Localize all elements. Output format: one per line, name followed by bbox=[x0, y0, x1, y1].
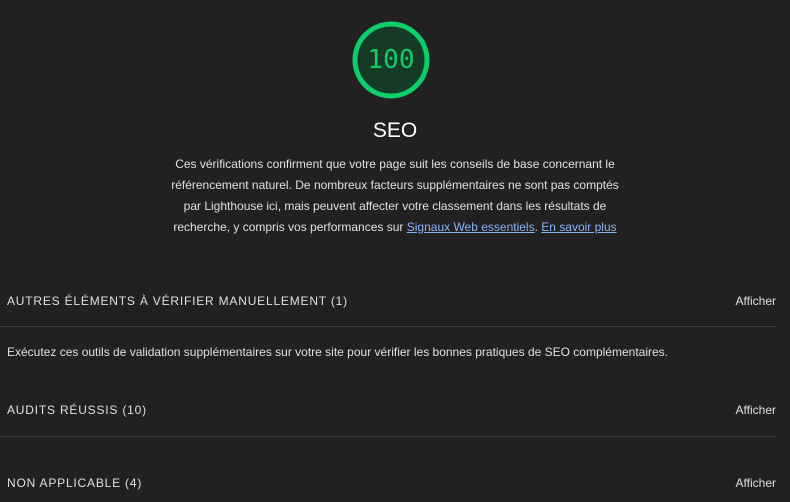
show-toggle[interactable]: Afficher bbox=[736, 472, 776, 494]
group-passed-audits[interactable]: AUDITS RÉUSSIS (10) Afficher bbox=[0, 399, 790, 421]
category-description: Ces vérifications confirment que votre p… bbox=[170, 154, 620, 238]
group-description: Exécutez ces outils de validation supplé… bbox=[7, 345, 669, 359]
divider bbox=[0, 436, 776, 437]
group-title: AUDITS RÉUSSIS (10) bbox=[7, 403, 147, 417]
show-toggle[interactable]: Afficher bbox=[736, 290, 776, 312]
learn-more-link[interactable]: En savoir plus bbox=[541, 220, 616, 234]
web-vitals-link[interactable]: Signaux Web essentiels bbox=[407, 220, 535, 234]
divider bbox=[0, 326, 776, 327]
group-title: AUTRES ÉLÉMENTS À VÉRIFIER MANUELLEMENT … bbox=[7, 294, 348, 308]
score-gauge: 100 bbox=[352, 21, 430, 99]
group-title: NON APPLICABLE (4) bbox=[7, 476, 143, 490]
show-toggle[interactable]: Afficher bbox=[736, 399, 776, 421]
group-manual-checks[interactable]: AUTRES ÉLÉMENTS À VÉRIFIER MANUELLEMENT … bbox=[0, 290, 790, 312]
score-value: 100 bbox=[367, 45, 415, 75]
category-title: SEO bbox=[372, 119, 418, 142]
group-not-applicable[interactable]: NON APPLICABLE (4) Afficher bbox=[0, 472, 790, 494]
